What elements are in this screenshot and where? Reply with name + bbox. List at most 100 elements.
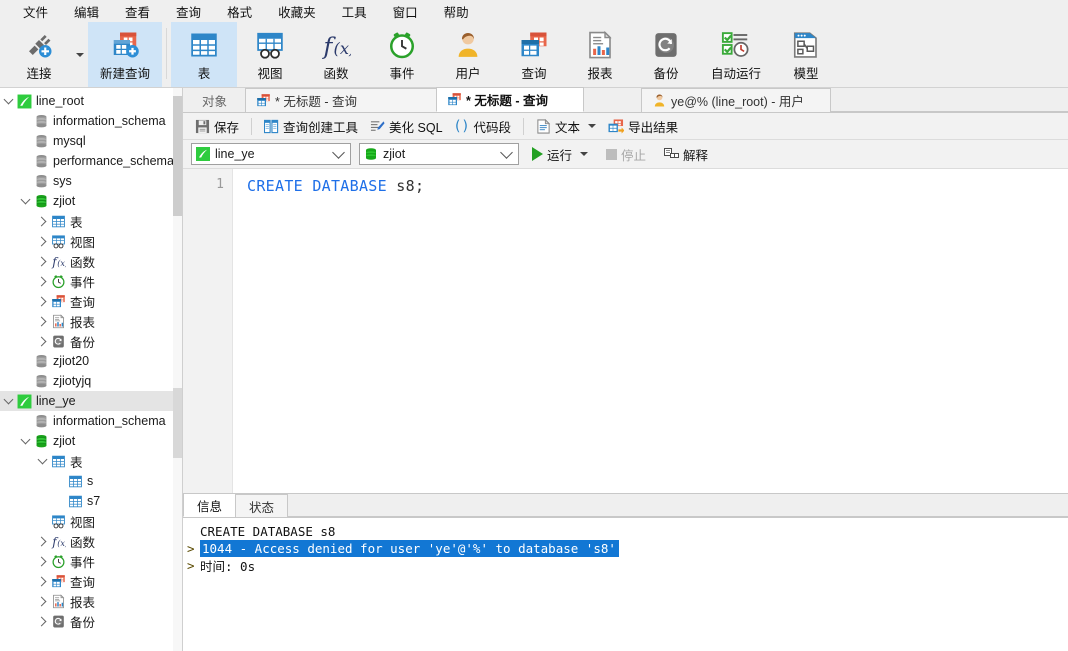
tree-toggle-right-icon[interactable]	[36, 616, 49, 626]
tree-toggle-down-icon[interactable]	[19, 434, 32, 445]
tree-item[interactable]: information_schema	[0, 111, 182, 131]
qtoolbar-separator	[523, 117, 525, 135]
menu-query[interactable]: 查询	[163, 0, 214, 23]
qtoolbar-query-builder[interactable]: 查询创建工具	[258, 115, 364, 138]
tree-item[interactable]: 报表	[0, 311, 182, 331]
result-tab-0[interactable]: 信息	[183, 493, 237, 517]
tree-toggle-right-icon[interactable]	[36, 216, 49, 226]
tree-toggle-right-icon[interactable]	[36, 336, 49, 346]
editor-gutter: 1	[183, 169, 233, 493]
tree-item[interactable]: line_ye	[0, 391, 182, 411]
ribbon-button-connection[interactable]: 连接	[6, 22, 72, 87]
menu-help[interactable]: 帮助	[431, 0, 482, 23]
ribbon-button-table[interactable]: 表	[171, 22, 237, 87]
qtoolbar-save[interactable]: 保存	[189, 115, 245, 138]
tree-toggle-right-icon[interactable]	[36, 296, 49, 306]
tree-item[interactable]: zjiot	[0, 191, 182, 211]
tree-toggle-right-icon[interactable]	[36, 236, 49, 246]
tab-item-0[interactable]: * 无标题 - 查询	[245, 88, 438, 112]
tree-toggle-right-icon[interactable]	[36, 556, 49, 566]
caret-down-icon[interactable]	[588, 124, 597, 128]
menu-file[interactable]: 文件	[10, 0, 61, 23]
sidebar-scrollbar-thumb[interactable]	[173, 96, 182, 216]
tree-item[interactable]: f(x)函数	[0, 251, 182, 271]
connection-select[interactable]: line_ye	[191, 143, 351, 165]
tab-item-1[interactable]: * 无标题 - 查询	[436, 87, 585, 112]
tree-item-label: 查询	[70, 295, 96, 310]
ribbon-button-automation[interactable]: 自动运行	[699, 22, 773, 87]
navigation-sidebar[interactable]: line_root information_schema mysql performa…	[0, 88, 183, 651]
caret-down-icon	[76, 52, 84, 57]
tree-item-label: s7	[87, 494, 101, 508]
tree-toggle-right-icon[interactable]	[36, 576, 49, 586]
ribbon-button-new-query[interactable]: 新建查询	[88, 22, 162, 87]
tab-objects[interactable]: 对象	[183, 88, 247, 112]
tree-item[interactable]: 视图	[0, 511, 182, 531]
tree-item[interactable]: performance_schema	[0, 151, 182, 171]
tab-item-2[interactable]: ye@% (line_root) - 用户	[641, 88, 832, 112]
tree-item[interactable]: 表	[0, 211, 182, 231]
tree-toggle-down-icon[interactable]	[36, 454, 49, 465]
tree-item[interactable]: 备份	[0, 611, 182, 631]
ribbon-button-query[interactable]: 查询	[501, 22, 567, 87]
chevron-down-icon-db[interactable]	[500, 145, 513, 159]
tree-toggle-right-icon[interactable]	[36, 596, 49, 606]
tree-toggle-right-icon[interactable]	[36, 256, 49, 266]
tree-toggle-right-icon[interactable]	[36, 536, 49, 546]
tree-item[interactable]: 视图	[0, 231, 182, 251]
qtoolbar-export-result[interactable]: 导出结果	[602, 115, 684, 138]
editor-code-area[interactable]: CREATE DATABASE s8;	[233, 169, 1068, 493]
database-green-icon	[32, 434, 50, 449]
tree-item[interactable]: mysql	[0, 131, 182, 151]
tree-toggle-down-icon[interactable]	[2, 394, 15, 405]
qtoolbar-code-snippet[interactable]: () 代码段	[449, 115, 518, 138]
run-button[interactable]: 运行	[527, 143, 593, 166]
stop-icon	[606, 148, 618, 160]
tree-item[interactable]: information_schema	[0, 411, 182, 431]
chevron-down-icon[interactable]	[332, 145, 345, 159]
connection-dropdown-caret[interactable]	[72, 22, 88, 87]
tree-item[interactable]: 查询	[0, 291, 182, 311]
result-tab-1[interactable]: 状态	[235, 494, 289, 517]
menu-format[interactable]: 格式	[214, 0, 265, 23]
tree-item[interactable]: 事件	[0, 271, 182, 291]
tree-item[interactable]: f(x)函数	[0, 531, 182, 551]
database-select[interactable]: zjiot	[359, 143, 519, 165]
tree-item[interactable]: zjiot	[0, 431, 182, 451]
tree-toggle-right-icon[interactable]	[36, 276, 49, 286]
tree-item[interactable]: zjiot20	[0, 351, 182, 371]
caret-down-icon[interactable]	[580, 152, 589, 156]
sidebar-scrollbar-thumb-lower[interactable]	[173, 388, 182, 458]
ribbon-button-report[interactable]: 报表	[567, 22, 633, 87]
menu-window[interactable]: 窗口	[380, 0, 431, 23]
tree-item[interactable]: s7	[0, 491, 182, 511]
ribbon-button-user[interactable]: 用户	[435, 22, 501, 87]
ribbon-button-model[interactable]: 模型	[773, 22, 839, 87]
tree-item[interactable]: 备份	[0, 331, 182, 351]
tree-item[interactable]: s	[0, 471, 182, 491]
tree-item[interactable]: 事件	[0, 551, 182, 571]
tree-item[interactable]: 查询	[0, 571, 182, 591]
sql-editor[interactable]: 1 CREATE DATABASE s8;	[183, 169, 1068, 493]
explain-button[interactable]: 解释	[659, 143, 713, 166]
tree-item[interactable]: sys	[0, 171, 182, 191]
tree-toggle-down-icon[interactable]	[2, 94, 15, 105]
menu-tools[interactable]: 工具	[329, 0, 380, 23]
menu-edit[interactable]: 编辑	[61, 0, 112, 23]
qtoolbar-beautify-sql[interactable]: 美化 SQL	[364, 115, 449, 138]
ribbon-button-event-clock[interactable]: 事件	[369, 22, 435, 87]
menu-view[interactable]: 查看	[112, 0, 163, 23]
sidebar-scrollbar-track[interactable]	[173, 88, 182, 651]
ribbon-button-view[interactable]: 视图	[237, 22, 303, 87]
tree-item[interactable]: 表	[0, 451, 182, 471]
tree-item[interactable]: line_root	[0, 91, 182, 111]
qtoolbar-text[interactable]: 文本	[530, 115, 602, 138]
ribbon-button-function[interactable]: f(x) 函数	[303, 22, 369, 87]
tree-item[interactable]: 报表	[0, 591, 182, 611]
stop-button[interactable]: 停止	[601, 143, 651, 166]
tree-item[interactable]: zjiotyjq	[0, 371, 182, 391]
tree-toggle-right-icon[interactable]	[36, 316, 49, 326]
ribbon-button-backup[interactable]: 备份	[633, 22, 699, 87]
menu-favorites[interactable]: 收藏夹	[265, 0, 329, 23]
tree-toggle-down-icon[interactable]	[19, 194, 32, 205]
